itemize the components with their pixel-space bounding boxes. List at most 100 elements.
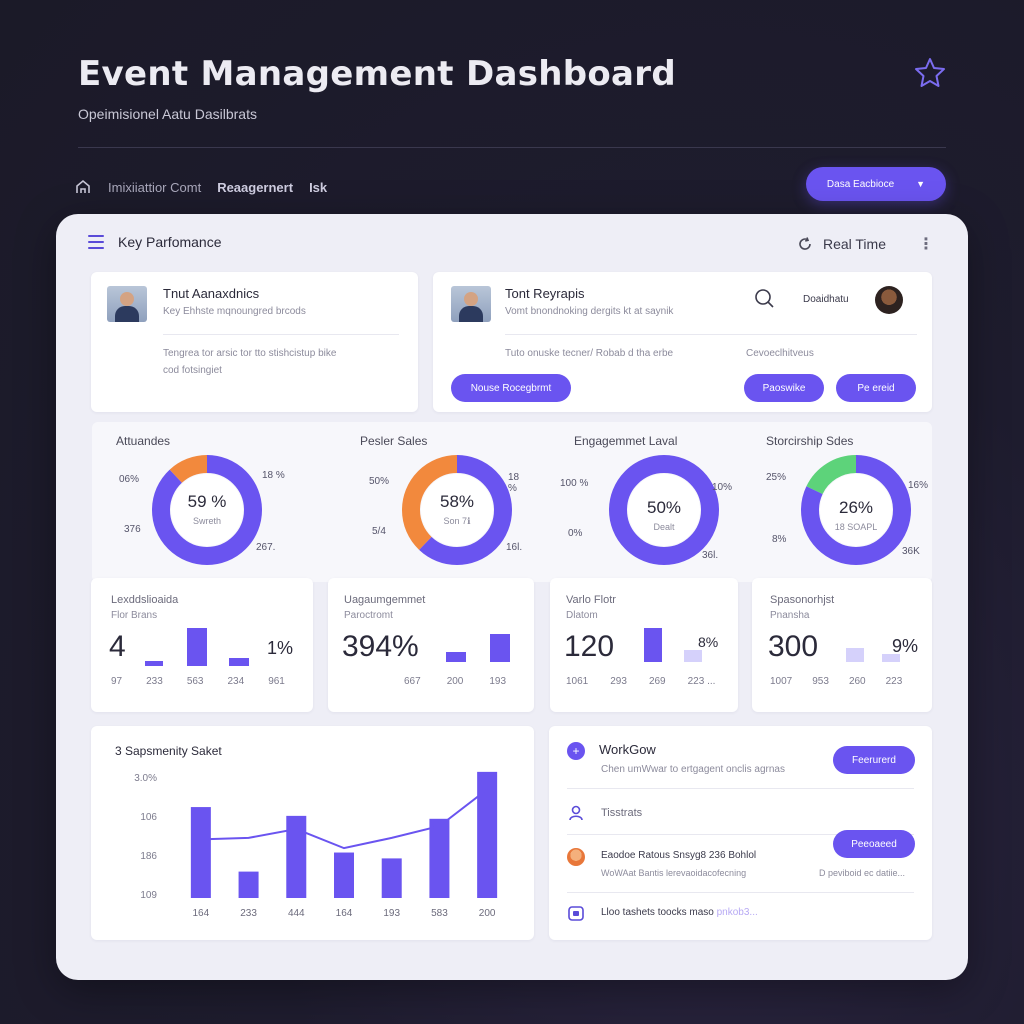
stat-axis: 97 233 563 234 961	[111, 676, 285, 687]
recent-button[interactable]: Nouse Rocegbrmt	[451, 374, 571, 402]
panel-header: Key Parfomance	[88, 234, 222, 250]
breadcrumb-item[interactable]: Isk	[309, 180, 327, 195]
stat-value: 4	[109, 630, 126, 663]
axis-label: 233	[146, 676, 163, 687]
y-tick-label: 186	[140, 851, 157, 862]
preview-button[interactable]: Paoswike	[744, 374, 824, 402]
donut-center: 58% Son 7ℹ	[417, 492, 497, 527]
dashboard-select-button[interactable]: Dasa Eacbioce ▼	[806, 167, 946, 201]
donut-attendees: Attuandes 59 % Swreth 06% 18 % 376 267.	[102, 422, 312, 582]
axis-label: 234	[227, 676, 245, 687]
x-tick-label: 164	[336, 908, 353, 919]
mini-bar	[187, 628, 207, 666]
divider	[567, 892, 914, 893]
mini-bar	[644, 628, 662, 662]
y-tick-label: 109	[140, 890, 157, 901]
avatar	[107, 286, 147, 322]
menu-icon[interactable]	[88, 235, 104, 249]
stat-sub: Paroctromt	[344, 610, 393, 621]
workflow-item-link[interactable]: pnkob3...	[717, 907, 758, 918]
stat-title: Uagaumgemmet	[344, 594, 426, 606]
realtime-label[interactable]: Real Time	[823, 236, 886, 252]
bar	[190, 807, 211, 898]
stat-sub: Flor Brans	[111, 610, 158, 621]
axis-label: 667	[404, 676, 421, 687]
bar	[477, 771, 498, 898]
donut-tick: 100 %	[560, 478, 589, 489]
workflow-item-text: Lloo tashets toocks maso	[601, 907, 714, 918]
donut-label: Pesler Sales	[360, 434, 428, 448]
donut-value: 26%	[838, 498, 874, 517]
x-tick-label: 200	[479, 908, 496, 919]
donut-tick: 18 %	[262, 470, 285, 481]
calendar-icon	[568, 906, 584, 921]
bar	[238, 871, 259, 898]
stat-sub: Pnansha	[770, 610, 810, 621]
donut-tick: 16l.	[506, 542, 523, 553]
y-tick-label: 3.0%	[134, 773, 157, 784]
axis-label: 200	[446, 676, 464, 687]
stat-axis: 667 200 193	[404, 676, 506, 687]
card-body: Tuto onuske tecner/ Robab d tha erbe	[505, 348, 674, 359]
donut-tick: 16%	[908, 480, 929, 491]
donut-sub: Son 7ℹ	[443, 516, 471, 526]
donut-tick: 36l.	[702, 550, 719, 561]
search-icon[interactable]	[754, 288, 776, 310]
donut-sponsorship: Storcirship Sdes 26% 18 SOAPL 25% 16% 8%…	[722, 422, 932, 582]
home-icon[interactable]	[74, 178, 92, 196]
axis-label: 293	[610, 676, 627, 687]
main-panel: Key Parfomance Real Time ⋮ Tnut Aanaxdni…	[56, 214, 968, 980]
refresh-icon[interactable]	[797, 236, 813, 252]
axis-label: 1061	[566, 676, 589, 687]
donut-sub: Dealt	[653, 522, 675, 532]
star-icon[interactable]	[912, 55, 948, 91]
stat-axis: 1061 293 269 223 ...	[566, 676, 715, 687]
axis-label: 563	[186, 676, 204, 687]
x-tick-label: 164	[193, 908, 210, 919]
donut-tick: 8%	[772, 534, 787, 545]
donut-tick: 50%	[369, 476, 390, 487]
workflow-item-right: D peviboid ec datiie...	[819, 868, 906, 878]
page-subtitle: Opeimisionel Aatu Dasilbrats	[78, 106, 257, 122]
x-tick-label: 444	[288, 908, 305, 919]
workflow-item-sub: WoWAat Bantis lerevaoidacofecning	[601, 868, 747, 878]
kebab-menu-icon[interactable]: ⋮	[918, 234, 934, 254]
card-body: cod fotsingiet	[163, 365, 222, 376]
donut-tick: 36K	[902, 546, 920, 557]
plus-icon[interactable]: +	[567, 742, 585, 760]
donut-sub: 18 SOAPL	[834, 522, 878, 532]
workflow-item[interactable]: Lloo tashets toocks maso pnkob3...	[601, 907, 758, 918]
forward-button[interactable]: Feerurerd	[833, 746, 915, 774]
stat-title: Lexddslioaida	[111, 594, 179, 606]
donut-engagement: Engagemmet Laval 50% Dealt 100 % 10% 0% …	[532, 422, 742, 582]
axis-label: 260	[848, 676, 866, 687]
donut-label: Attuandes	[116, 434, 171, 448]
donut-center: 50% Dealt	[624, 498, 704, 532]
axis-label: 97	[111, 676, 123, 687]
user-group-icon	[569, 805, 583, 821]
period-button[interactable]: Pe ereid	[836, 374, 916, 402]
card-right-label: Doaidhatu	[803, 294, 849, 305]
breadcrumb-item[interactable]: Reaagernert	[217, 180, 293, 195]
avatar	[451, 286, 491, 322]
donut-label: Storcirship Sdes	[766, 434, 854, 448]
bar	[334, 852, 354, 898]
donut-tick: 0%	[568, 528, 583, 539]
bar	[429, 818, 450, 898]
mini-bar	[882, 653, 900, 662]
proceed-button[interactable]: Peeoaeed	[833, 830, 915, 858]
dashboard-select-label: Dasa Eacbioce	[826, 178, 895, 190]
card-title: Tont Reyrapis	[505, 286, 585, 301]
mini-bar	[229, 658, 249, 666]
breadcrumb-item[interactable]: Imixiiattior Comt	[108, 180, 201, 195]
axis-label: 269	[648, 676, 666, 687]
stat-title: Spasonorhjst	[770, 594, 835, 606]
workflow-item[interactable]: Tisstrats	[601, 807, 642, 819]
workflow-card: + WorkGow Chen umWwar to ertgagent oncli…	[549, 726, 932, 940]
mini-bar	[684, 650, 702, 662]
workflow-desc: Chen umWwar to ertgagent onclis agrnas	[601, 764, 785, 775]
axis-label: 953	[812, 676, 829, 687]
mini-bar	[846, 648, 864, 662]
y-tick-label: 106	[140, 812, 157, 823]
bar	[381, 858, 402, 898]
